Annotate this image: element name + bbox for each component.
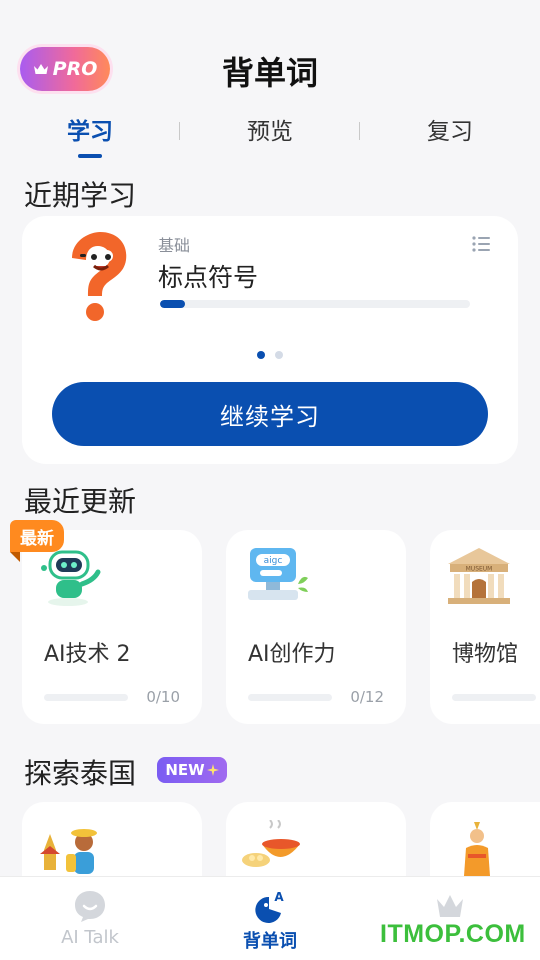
course-tile-name: AI技术 2 xyxy=(44,642,131,667)
course-tile-count: 0/12 xyxy=(350,688,384,706)
vocab-icon: A xyxy=(255,890,284,923)
course-progress-bar xyxy=(160,300,470,308)
nav-item-ai-talk[interactable]: AI Talk xyxy=(30,889,150,948)
tab-preview[interactable]: 预览 xyxy=(210,112,330,146)
course-category: 基础 xyxy=(158,236,191,255)
nav-label-vocab: 背单词 xyxy=(243,931,297,952)
course-tile-progress xyxy=(248,694,332,701)
section-title-recent-study: 近期学习 xyxy=(24,179,137,212)
explore-tile[interactable] xyxy=(226,802,406,876)
crown-icon xyxy=(437,895,463,917)
explore-carousel[interactable] xyxy=(22,802,540,876)
recent-updates-carousel[interactable]: AI技术 2 0/10 aigc AI创作力 0/12 MUSEUM 博物馆 xyxy=(22,530,540,724)
aigc-computer-icon: aigc xyxy=(248,548,308,600)
course-tile-progress xyxy=(44,694,128,701)
nav-item-vocab[interactable]: A 背单词 xyxy=(210,889,330,953)
new-pill: NEW xyxy=(157,757,227,783)
section-title-recent-updates: 最近更新 xyxy=(24,485,137,518)
page-title: 背单词 xyxy=(221,54,318,92)
chat-bubble-icon xyxy=(75,891,105,922)
thai-dancer-icon xyxy=(464,822,490,876)
latest-badge-label: 最新 xyxy=(10,520,64,552)
museum-icon: MUSEUM xyxy=(448,548,510,604)
tab-divider xyxy=(359,122,360,140)
tab-indicator xyxy=(78,154,102,158)
latest-badge-fold xyxy=(10,552,20,562)
svg-text:aigc: aigc xyxy=(264,556,283,566)
tab-review[interactable]: 复习 xyxy=(390,112,510,146)
nav-label-ai-talk: AI Talk xyxy=(61,927,119,948)
pager-dot[interactable] xyxy=(275,351,283,359)
course-tile[interactable]: aigc AI创作力 0/12 xyxy=(226,530,406,724)
tab-divider xyxy=(179,122,180,140)
question-mark-mascot-icon xyxy=(72,232,127,321)
course-tile-name: AI创作力 xyxy=(248,642,336,667)
svg-text:A: A xyxy=(274,890,284,904)
list-icon[interactable] xyxy=(472,236,490,252)
latest-badge: 最新 xyxy=(10,520,64,562)
course-tile-count: 0/10 xyxy=(146,688,180,706)
thai-food-icon xyxy=(242,820,300,867)
tab-study[interactable]: 学习 xyxy=(30,112,150,146)
carousel-pager xyxy=(22,351,518,359)
course-tile-progress xyxy=(452,694,536,701)
pager-dot-active[interactable] xyxy=(257,351,265,359)
section-title-explore: 探索泰国 xyxy=(24,757,137,790)
recent-course-card[interactable]: 基础 标点符号 继续学习 xyxy=(22,216,518,464)
course-tile-name: 博物馆 xyxy=(452,642,519,667)
thai-traveler-icon xyxy=(40,829,97,874)
course-progress-fill xyxy=(160,300,185,308)
explore-tile[interactable] xyxy=(22,802,202,876)
new-pill-label: NEW xyxy=(165,761,205,779)
tab-bar: 学习 预览 复习 xyxy=(0,112,540,162)
sparkle-icon xyxy=(206,764,219,776)
continue-study-button[interactable]: 继续学习 xyxy=(52,382,488,446)
course-tile[interactable]: MUSEUM 博物馆 xyxy=(430,530,540,724)
explore-tile[interactable] xyxy=(430,802,540,876)
course-name: 标点符号 xyxy=(158,263,259,292)
svg-text:MUSEUM: MUSEUM xyxy=(466,566,493,573)
watermark: ITMOP.COM xyxy=(380,920,526,948)
